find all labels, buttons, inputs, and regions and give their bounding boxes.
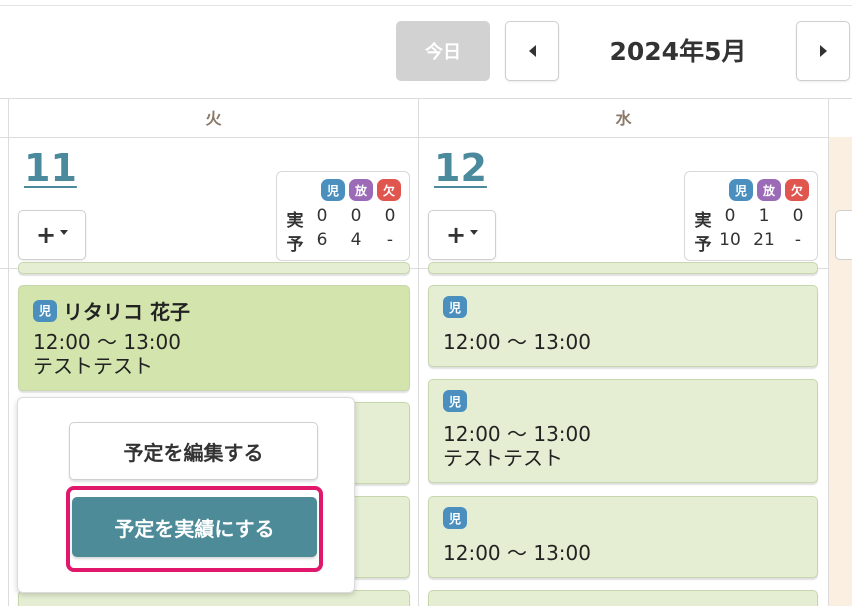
today-button[interactable]: 今日 (396, 21, 490, 81)
caret-down-icon (60, 229, 69, 235)
plus-icon: + (445, 221, 467, 249)
stat-value: 0 (316, 206, 328, 226)
day-stats-box: 児 放 欠 実 0 1 0 予 10 21 - (684, 171, 818, 261)
month-title: 2024年5月 (609, 37, 747, 66)
child-badge: 児 (443, 296, 467, 318)
day-number-11[interactable]: 11 (24, 146, 77, 190)
stat-value: 0 (724, 206, 736, 226)
day-stats-box: 児 放 欠 実 0 0 0 予 6 4 - (276, 171, 410, 261)
chevron-left-icon (528, 45, 536, 57)
top-border (0, 0, 852, 6)
stat-value: 0 (792, 206, 804, 226)
grid-divider (828, 98, 829, 606)
add-event-button[interactable]: + (18, 210, 86, 260)
event-card[interactable]: 児 12:00 ～ 13:00 テストテスト (428, 379, 818, 483)
event-note: テストテスト (443, 446, 563, 470)
calendar-screen: 今日 2024年5月 火 水 11 + 児 放 欠 実 0 0 0 予 6 4 … (0, 0, 852, 606)
prev-month-button[interactable] (505, 21, 559, 81)
add-event-button[interactable]: + (428, 210, 496, 260)
afterschool-badge: 放 (349, 179, 373, 201)
actual-label: 実 (286, 211, 304, 231)
weekday-header-wed: 水 (615, 109, 632, 128)
stat-value: - (794, 230, 802, 250)
event-card-partial[interactable] (428, 590, 818, 606)
afterschool-badge: 放 (757, 179, 781, 201)
event-card-partial[interactable] (18, 262, 410, 274)
add-event-button[interactable] (835, 210, 852, 260)
child-badge: 児 (321, 179, 345, 201)
chevron-right-icon (819, 45, 827, 57)
event-time: 12:00 ～ 13:00 (443, 330, 591, 354)
stat-value: 6 (316, 230, 328, 250)
next-month-button[interactable] (796, 21, 850, 81)
edit-plan-button[interactable]: 予定を編集する (69, 422, 318, 480)
weekday-header-tue: 火 (205, 109, 222, 128)
event-card-partial[interactable] (428, 262, 818, 274)
stat-value: 4 (350, 230, 362, 250)
grid-divider (0, 137, 852, 138)
event-name: リタリコ 花子 (63, 300, 190, 324)
event-time: 12:00 ～ 13:00 (443, 541, 591, 565)
event-card[interactable]: 児 リタリコ 花子 12:00 ～ 13:00 テストテスト (18, 285, 410, 391)
stat-value: 0 (384, 206, 396, 226)
grid-divider (418, 98, 419, 606)
absent-badge: 欠 (785, 179, 809, 201)
child-badge: 児 (443, 507, 467, 529)
stat-value: 21 (753, 230, 775, 250)
child-badge: 児 (443, 390, 467, 412)
convert-to-actual-button[interactable]: 予定を実績にする (72, 497, 317, 557)
next-day-column (829, 137, 852, 606)
caret-down-icon (470, 229, 479, 235)
planned-label: 予 (694, 235, 712, 255)
stat-value: 0 (350, 206, 362, 226)
stat-value: 1 (758, 206, 770, 226)
day-number-12[interactable]: 12 (434, 146, 487, 190)
planned-label: 予 (286, 235, 304, 255)
stat-value: - (386, 230, 394, 250)
event-card[interactable]: 児 12:00 ～ 13:00 (428, 285, 818, 367)
stat-value: 10 (719, 230, 741, 250)
child-badge: 児 (729, 179, 753, 201)
actual-label: 実 (694, 211, 712, 231)
absent-badge: 欠 (377, 179, 401, 201)
grid-divider (8, 98, 9, 606)
event-note: テストテスト (33, 354, 153, 378)
plus-icon: + (35, 221, 57, 249)
child-badge: 児 (33, 299, 57, 322)
event-card[interactable]: 児 12:00 ～ 13:00 (428, 496, 818, 578)
